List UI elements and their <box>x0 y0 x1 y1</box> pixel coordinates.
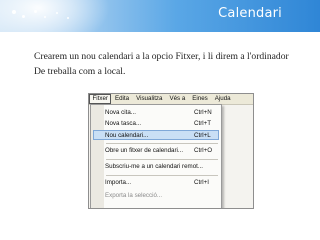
menu-item-nova-cita[interactable]: Nova cita... Ctrl+N <box>93 108 219 118</box>
banner-glow <box>0 0 110 32</box>
menu-separator <box>106 159 218 160</box>
body-line-2: De treballa com a local. <box>34 66 126 77</box>
menu-separator <box>106 143 218 144</box>
menu-ves-a[interactable]: Vés a <box>166 94 189 104</box>
menu-item-exporta: Exporta la selecció... <box>105 192 163 199</box>
body-paragraph: Crearem un nou calendari a la opcio Fitx… <box>34 49 314 79</box>
menu-fitxer[interactable]: Fitxer <box>89 94 112 104</box>
sparkle-dot <box>67 17 69 19</box>
menu-item-nova-tasca[interactable]: Nova tasca... Ctrl+T <box>93 119 219 129</box>
menu-item-nou-calendari[interactable]: Nou calendari... Ctrl+L <box>93 130 219 140</box>
menu-item-obre-fitxer[interactable]: Obre un fitxer de calendari... Ctrl+O <box>93 146 219 156</box>
slide: Calendari Crearem un nou calendari a la … <box>0 0 320 240</box>
sparkle-dot <box>22 15 25 18</box>
sparkle-dot <box>12 10 16 14</box>
sparkle-dot <box>56 12 58 14</box>
menu-ajuda[interactable]: Ajuda <box>211 94 234 104</box>
sparkle-dot <box>44 16 46 18</box>
menu-separator <box>106 175 218 176</box>
file-menu-dropdown: Nova cita... Ctrl+N Nova tasca... Ctrl+T… <box>90 104 222 208</box>
slide-title: Calendari <box>218 6 282 21</box>
menu-eines[interactable]: Eines <box>189 94 211 104</box>
menu-item-importa[interactable]: Importa... Ctrl+I <box>93 178 219 188</box>
menu-edita[interactable]: Edita <box>111 94 132 104</box>
header-banner: Calendari <box>0 0 320 32</box>
menu-visualitza[interactable]: Visualitza <box>133 94 166 104</box>
sparkle-dot <box>34 10 37 13</box>
menu-item-subscriu[interactable]: Subscriu-me a un calendari remot... <box>93 162 219 172</box>
body-line-1: Crearem un nou calendari a la opcio Fitx… <box>34 51 289 62</box>
app-screenshot: Fitxer Edita Visualitza Vés a Eines Ajud… <box>88 93 254 209</box>
